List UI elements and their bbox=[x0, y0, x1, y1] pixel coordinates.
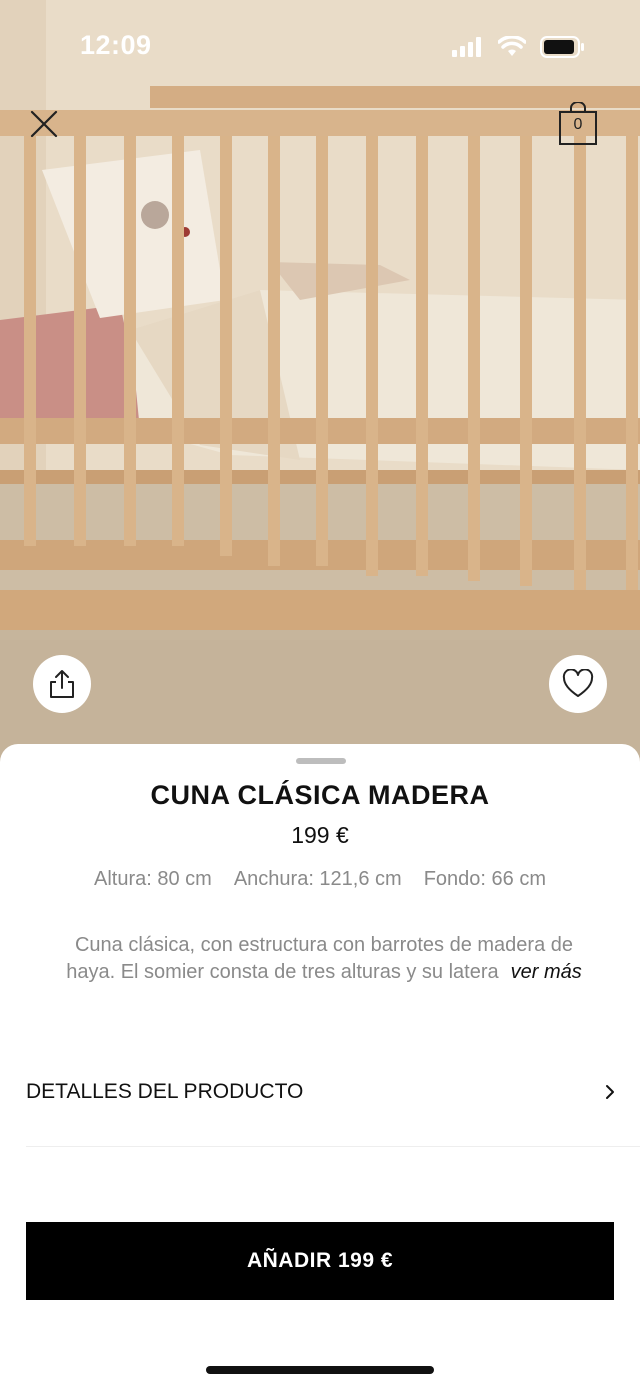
battery-icon bbox=[540, 36, 584, 58]
product-price: 199 € bbox=[291, 822, 349, 848]
add-to-cart-button[interactable]: AÑADIR 199 € bbox=[26, 1222, 614, 1300]
crib-photo bbox=[0, 0, 640, 780]
product-details-row[interactable]: DETALLES DEL PRODUCTO bbox=[26, 1080, 616, 1104]
product-sheet: CUNA CLÁSICA MADERA 199 € Altura: 80 cm … bbox=[0, 744, 640, 1388]
favorite-button[interactable] bbox=[549, 655, 607, 713]
heart-icon bbox=[562, 669, 594, 697]
share-button[interactable] bbox=[33, 655, 91, 713]
signal-icon bbox=[452, 37, 481, 57]
dimension-depth: Fondo: 66 cm bbox=[423, 868, 546, 890]
wifi-icon bbox=[498, 36, 526, 56]
sheet-handle[interactable] bbox=[296, 758, 346, 764]
product-description: Cuna clásica, con estructura con barrote… bbox=[44, 932, 604, 986]
dimension-width: Anchura: 121,6 cm bbox=[233, 868, 402, 890]
divider bbox=[26, 1146, 640, 1147]
chevron-right-icon bbox=[606, 1085, 614, 1099]
product-image: 12:09 0 bbox=[0, 0, 640, 780]
product-details-label: DETALLES DEL PRODUCTO bbox=[26, 1080, 304, 1103]
status-time: 12:09 bbox=[80, 30, 152, 60]
see-more-link[interactable]: ver más bbox=[511, 959, 582, 986]
close-icon[interactable] bbox=[29, 109, 59, 139]
product-dimensions: Altura: 80 cm Anchura: 121,6 cm Fondo: 6… bbox=[0, 868, 640, 891]
cart-count: 0 bbox=[573, 116, 583, 133]
home-indicator bbox=[206, 1366, 434, 1374]
product-title: CUNA CLÁSICA MADERA bbox=[150, 780, 490, 810]
status-bar: 12:09 bbox=[0, 0, 640, 90]
share-icon bbox=[50, 670, 74, 698]
dimension-height: Altura: 80 cm bbox=[94, 868, 212, 890]
description-line: haya. El somier consta de tres alturas y… bbox=[66, 961, 499, 983]
description-line: Cuna clásica, con estructura con barrote… bbox=[74, 934, 574, 956]
cart-button[interactable]: 0 bbox=[558, 101, 598, 146]
